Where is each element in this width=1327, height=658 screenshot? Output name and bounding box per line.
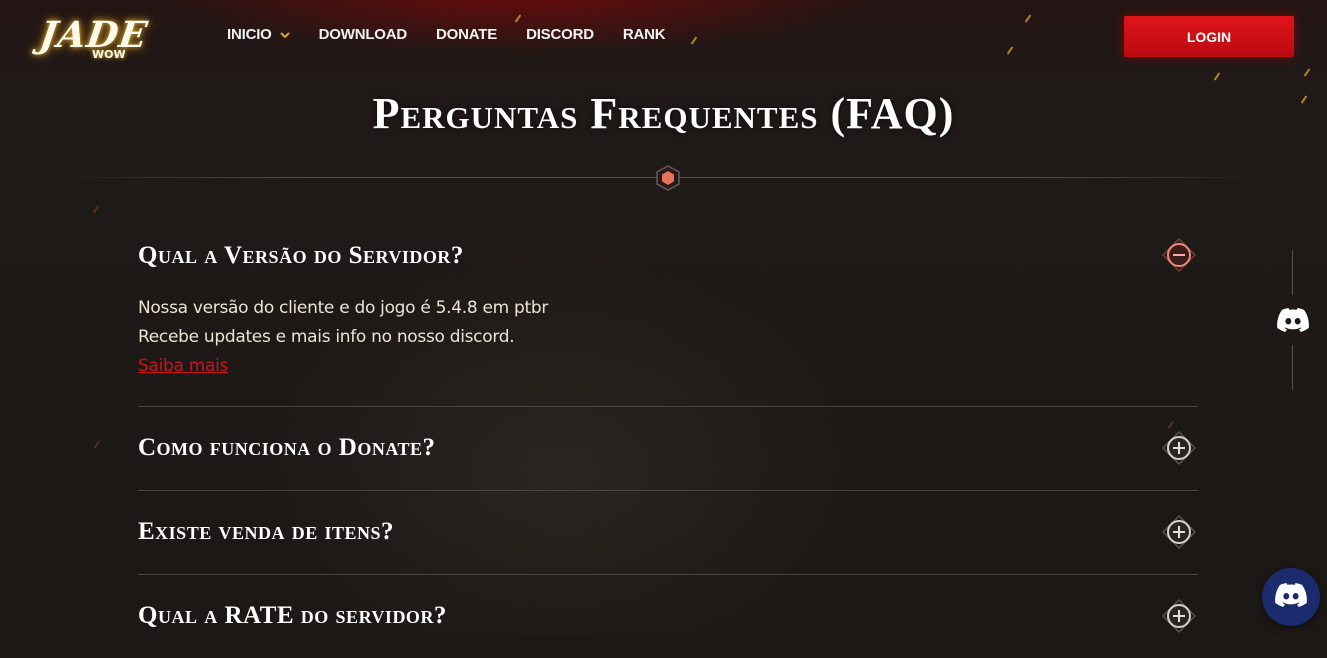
discord-icon[interactable] <box>1277 304 1309 336</box>
discord-chat-button[interactable] <box>1262 568 1320 626</box>
faq-answer-line: Nossa versão do cliente e do jogo é 5.4.… <box>138 298 549 318</box>
faq-answer: Nossa versão do cliente e do jogo é 5.4.… <box>138 294 548 381</box>
nav-item-donate[interactable]: DONATE <box>436 26 497 43</box>
faq-question[interactable]: Existe venda de itens? <box>138 519 394 544</box>
faq-answer-line: Recebe updates e mais info no nosso disc… <box>138 327 515 347</box>
discord-icon <box>1275 579 1307 616</box>
chevron-down-icon <box>279 30 290 42</box>
main-nav: INICIO DOWNLOAD DONATE DISCORD RANK <box>227 26 694 43</box>
side-divider <box>1292 250 1293 295</box>
site-logo[interactable]: JADE WOW <box>37 14 155 68</box>
faq-item: Como funciona o Donate? <box>138 407 1198 491</box>
nav-item-inicio[interactable]: INICIO <box>227 26 290 43</box>
nav-item-label: INICIO <box>227 26 272 43</box>
faq-question[interactable]: Qual a Versão do Servidor? <box>138 243 464 268</box>
saiba-mais-link[interactable]: Saiba mais <box>138 356 228 376</box>
nav-item-rank[interactable]: RANK <box>623 26 666 43</box>
page-title: Perguntas Frequentes (FAQ) <box>372 89 955 138</box>
faq-item: Existe venda de itens? <box>138 491 1198 575</box>
nav-item-label: RANK <box>622 26 666 43</box>
faq-list: Qual a Versão do Servidor? Nossa versão … <box>138 208 1198 658</box>
nav-item-label: DONATE <box>436 26 498 43</box>
site-header: JADE WOW INICIO DOWNLOAD DONATE DISCORD … <box>0 0 1327 78</box>
plus-circle-icon[interactable] <box>1161 430 1197 466</box>
nav-item-download[interactable]: DOWNLOAD <box>318 26 408 43</box>
faq-question[interactable]: Qual a RATE do servidor? <box>138 603 447 628</box>
side-divider <box>1292 345 1293 390</box>
faq-item: Qual a RATE do servidor? <box>138 575 1198 658</box>
logo-subtext: WOW <box>92 48 126 61</box>
hexagon-gem-icon <box>655 165 681 191</box>
plus-circle-icon[interactable] <box>1161 598 1197 634</box>
nav-item-label: DOWNLOAD <box>318 26 408 43</box>
faq-item: Qual a Versão do Servidor? Nossa versão … <box>138 208 1198 407</box>
plus-circle-icon[interactable] <box>1161 514 1197 550</box>
faq-question[interactable]: Como funciona o Donate? <box>138 435 436 460</box>
nav-item-discord[interactable]: DISCORD <box>526 26 594 43</box>
nav-item-label: DISCORD <box>526 26 594 43</box>
minus-circle-icon[interactable] <box>1161 237 1197 273</box>
login-button[interactable]: LOGIN <box>1124 16 1294 57</box>
